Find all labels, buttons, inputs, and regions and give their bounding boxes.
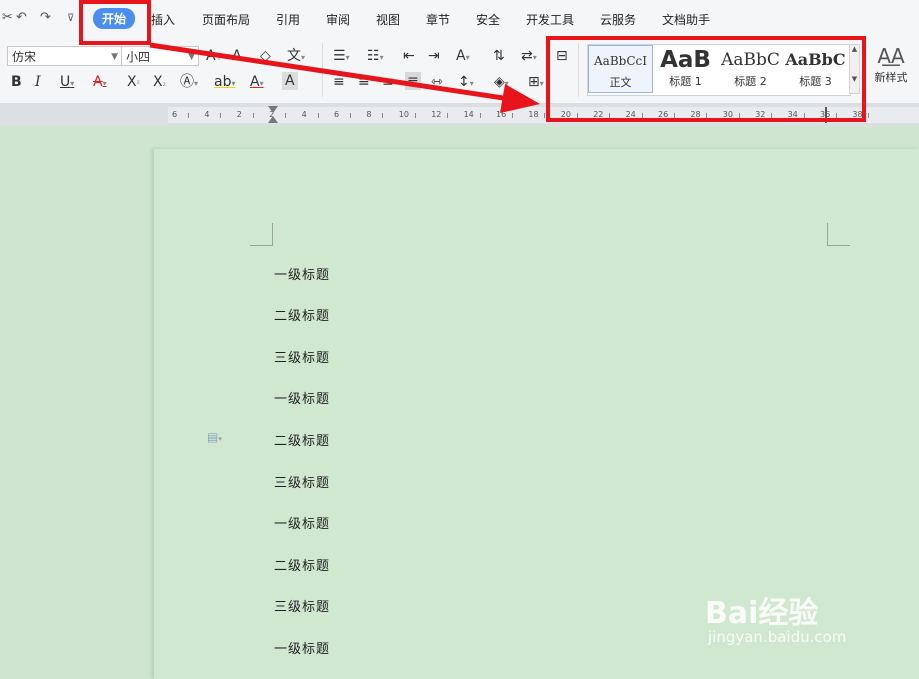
strikethrough-icon[interactable]: A▾ xyxy=(93,73,107,93)
shading-icon[interactable]: ◈▾ xyxy=(494,73,509,93)
margin-corner xyxy=(827,223,850,246)
watermark-url: jingyan.baidu.com xyxy=(708,628,847,646)
tab-insert[interactable]: 插入 xyxy=(151,11,175,28)
tab-review[interactable]: 审阅 xyxy=(326,11,350,28)
increase-indent-icon[interactable]: ⇥ xyxy=(428,47,440,65)
justify-icon[interactable]: ≡ xyxy=(405,72,421,90)
customize-dropdown-icon[interactable]: ⊽ xyxy=(67,13,74,24)
align-left-icon[interactable]: ≡ xyxy=(333,73,345,91)
char-shading-icon[interactable]: A xyxy=(282,72,298,90)
ruler-tick xyxy=(317,113,319,118)
distribute-icon[interactable]: ⇿ xyxy=(431,73,443,91)
heading-line[interactable]: 一级标题 xyxy=(274,264,330,283)
numbered-list-icon[interactable]: ☷▾ xyxy=(367,47,384,67)
tab-references[interactable]: 引用 xyxy=(276,11,300,28)
text-direction-icon[interactable]: A▾ xyxy=(456,47,470,67)
ruler-number: 4 xyxy=(204,110,210,119)
heading-line[interactable]: 三级标题 xyxy=(274,472,330,491)
decrease-indent-icon[interactable]: ⇤ xyxy=(403,47,415,65)
ruler-tick xyxy=(252,113,254,118)
ruler-number: 4 xyxy=(301,110,307,119)
tab-developer[interactable]: 开发工具 xyxy=(526,11,574,28)
heading-line[interactable]: 二级标题 xyxy=(274,305,330,324)
subscript-icon[interactable]: X₂ xyxy=(153,73,166,93)
ruler-number: 12 xyxy=(431,110,442,119)
font-name-value: 仿宋 xyxy=(12,50,37,64)
ruler-tick xyxy=(479,113,481,118)
grow-font-icon[interactable]: A+ xyxy=(206,47,222,67)
ruler-tick xyxy=(285,113,287,118)
ruler-number: 14 xyxy=(463,110,474,119)
tab-security[interactable]: 安全 xyxy=(476,11,500,28)
annotation-box-home-tab xyxy=(79,0,151,45)
new-style-button[interactable]: A͟A 新样式 xyxy=(868,43,914,85)
ruler-tick xyxy=(220,113,222,118)
phonetic-guide-icon[interactable]: 文▾ xyxy=(287,47,305,67)
ruler-tick xyxy=(414,113,416,118)
annotation-box-styles xyxy=(546,36,866,122)
indent-marker-icon[interactable] xyxy=(268,116,278,123)
new-style-label: 新样式 xyxy=(874,71,908,84)
font-size-value: 小四 xyxy=(126,50,151,64)
borders-icon[interactable]: ⊞▾ xyxy=(528,73,544,93)
ruler-number: 18 xyxy=(528,110,539,119)
ruler-number: 2 xyxy=(236,110,242,119)
heading-line[interactable]: 一级标题 xyxy=(274,388,330,407)
clear-format-icon[interactable]: ◇ xyxy=(260,47,271,65)
ruler-number: 16 xyxy=(496,110,507,119)
bold-icon[interactable]: B xyxy=(11,73,22,91)
text-effect-icon[interactable]: Ⓐ▾ xyxy=(180,73,198,93)
chevron-down-icon: ▼ xyxy=(111,52,118,62)
heading-line[interactable]: 一级标题 xyxy=(274,513,330,532)
font-name-select[interactable]: 仿宋 ▼ xyxy=(7,46,122,66)
heading-line[interactable]: 三级标题 xyxy=(274,347,330,366)
tab-cloud[interactable]: 云服务 xyxy=(600,11,636,28)
show-marks-icon[interactable]: ⇄▾ xyxy=(521,47,537,67)
font-size-select[interactable]: 小四 ▼ xyxy=(121,46,199,66)
ruler-number: 8 xyxy=(366,110,372,119)
shrink-font-icon[interactable]: A- xyxy=(232,47,244,67)
divider xyxy=(322,43,323,97)
undo-icon[interactable]: ↶ xyxy=(16,10,27,25)
chevron-down-icon: ▼ xyxy=(188,52,195,62)
underline-icon[interactable]: U▾ xyxy=(60,73,74,93)
highlight-icon[interactable]: ab▾ xyxy=(214,73,235,93)
cut-icon[interactable]: ✂ xyxy=(2,10,13,25)
ruler-number: 10 xyxy=(398,110,409,119)
tab-chapter[interactable]: 章节 xyxy=(426,11,450,28)
ruler-number: 6 xyxy=(172,110,178,119)
heading-line[interactable]: 一级标题 xyxy=(274,638,330,657)
align-right-icon[interactable]: ≡ xyxy=(382,73,394,91)
ruler-tick xyxy=(188,113,189,118)
heading-line[interactable]: 三级标题 xyxy=(274,596,330,615)
new-style-icon: A͟A xyxy=(877,44,905,68)
tab-page-layout[interactable]: 页面布局 xyxy=(202,11,250,28)
italic-icon[interactable]: I xyxy=(35,73,41,91)
ruler-tick xyxy=(512,113,513,118)
baidu-jingyan-logo: Bai经验 xyxy=(705,596,819,631)
sort-icon[interactable]: ⇅ xyxy=(493,47,505,65)
align-center-icon[interactable]: ≡ xyxy=(358,73,370,91)
tab-doc-assistant[interactable]: 文档助手 xyxy=(662,11,710,28)
tab-view[interactable]: 视图 xyxy=(376,11,400,28)
redo-icon[interactable]: ↷ xyxy=(40,10,51,25)
superscript-icon[interactable]: X² xyxy=(127,73,140,93)
ruler-tick xyxy=(382,113,384,118)
font-color-icon[interactable]: A▾ xyxy=(250,73,264,93)
ruler-number: 6 xyxy=(334,110,340,119)
ruler-tick xyxy=(350,113,351,118)
ruler-tick xyxy=(447,113,449,118)
margin-corner xyxy=(250,223,273,246)
ruler-tick xyxy=(868,113,870,118)
bullet-list-icon[interactable]: ☰▾ xyxy=(333,47,350,67)
indent-marker-icon[interactable] xyxy=(268,106,278,113)
heading-line[interactable]: 二级标题 xyxy=(274,555,330,574)
heading-line[interactable]: 二级标题 xyxy=(274,430,330,449)
line-spacing-icon[interactable]: ↕▾ xyxy=(458,73,474,93)
paragraph-options-icon[interactable]: ▤▾ xyxy=(207,430,222,444)
